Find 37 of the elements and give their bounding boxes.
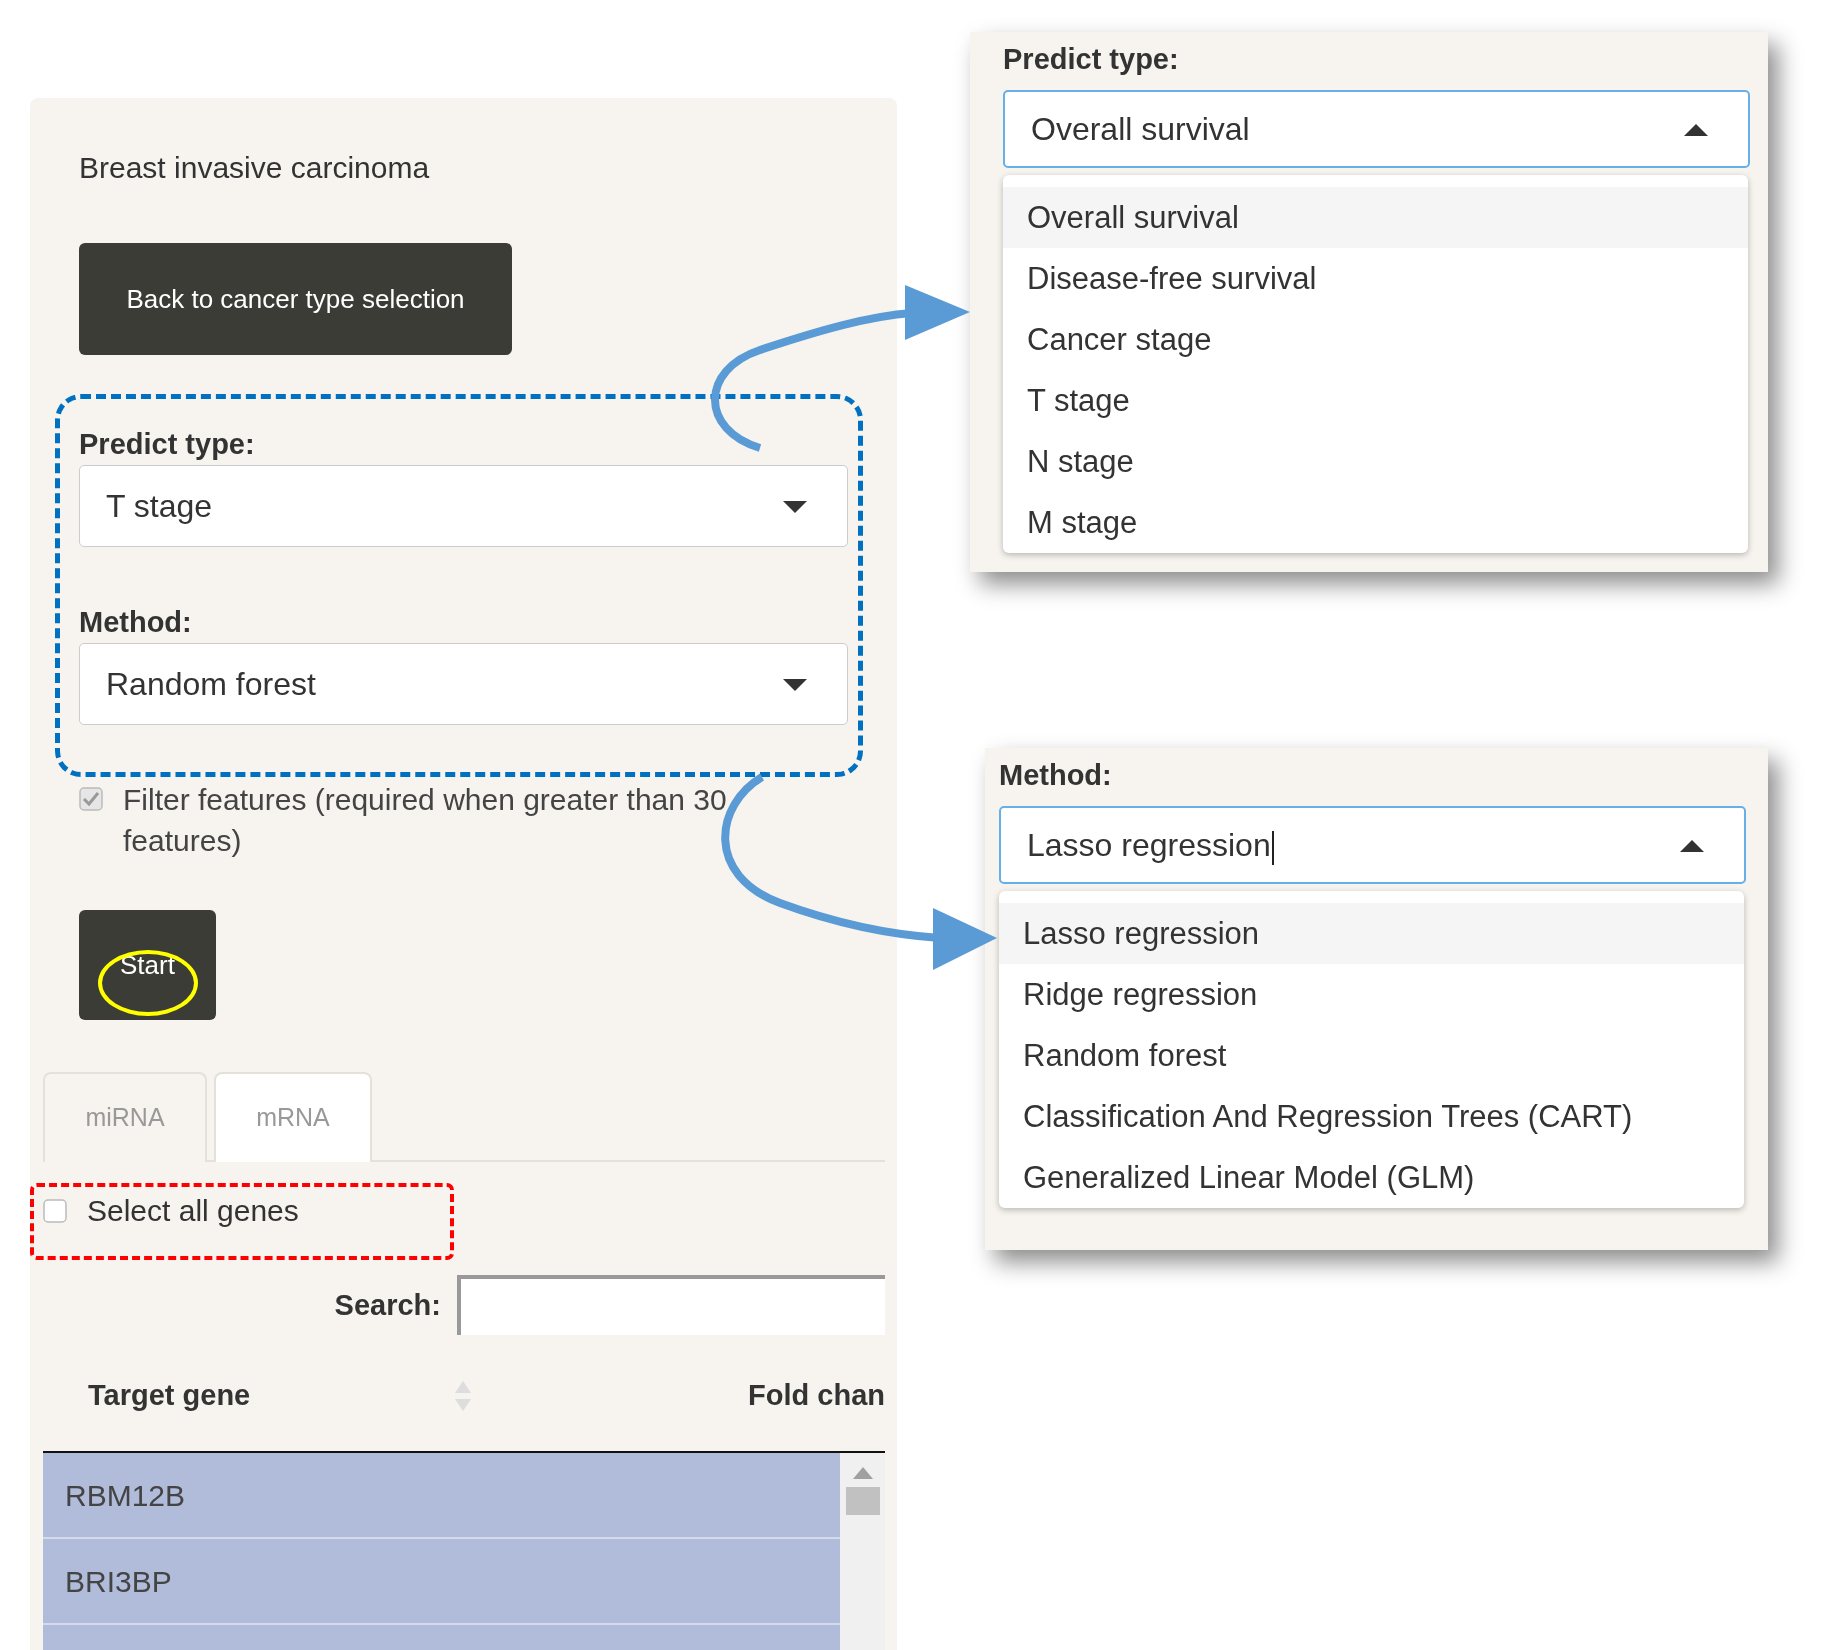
search-field[interactable] xyxy=(457,1275,885,1335)
back-button[interactable]: Back to cancer type selection xyxy=(79,243,512,355)
field-label: Predict type: xyxy=(1003,42,1179,76)
caret-up-icon[interactable] xyxy=(1680,838,1704,852)
table-row[interactable]: BRI3BP xyxy=(43,1539,840,1625)
search-label: Search: xyxy=(334,1288,441,1322)
select-field[interactable]: Lasso regression xyxy=(999,806,1746,884)
column-header[interactable]: Fold chan xyxy=(748,1374,885,1418)
dropdown-option[interactable]: T stage xyxy=(1003,370,1748,431)
start-button[interactable]: Start xyxy=(79,910,216,1020)
caret-up-icon[interactable] xyxy=(1684,122,1708,136)
dropdown-option[interactable]: Cancer stage xyxy=(1003,309,1748,370)
checkbox[interactable] xyxy=(43,1198,67,1223)
checkbox-label: Select all genes xyxy=(87,1193,299,1229)
scrollbar-thumb[interactable] xyxy=(845,1487,880,1515)
dropdown-option[interactable]: Generalized Linear Model (GLM) xyxy=(999,1147,1744,1208)
caret-down-icon[interactable] xyxy=(783,499,807,513)
select-field[interactable]: T stage xyxy=(79,465,848,547)
select-field[interactable]: Overall survival xyxy=(1003,90,1750,168)
field-label: Method: xyxy=(79,605,192,639)
caret-down-icon[interactable] xyxy=(783,677,807,691)
scroll-up-icon[interactable] xyxy=(852,1467,873,1479)
dropdown-option[interactable]: Disease-free survival xyxy=(1003,248,1748,309)
field-label: Predict type: xyxy=(79,427,255,461)
dropdown-option[interactable]: Lasso regression xyxy=(999,903,1744,964)
dropdown-option[interactable]: M stage xyxy=(1003,492,1748,553)
field-label: Method: xyxy=(999,758,1112,792)
dropdown-option[interactable]: Overall survival xyxy=(1003,187,1748,248)
dropdown-option[interactable]: N stage xyxy=(1003,431,1748,492)
checkbox-label: Filter features (required when greater than 30 features) xyxy=(123,782,728,859)
dropdown-option[interactable]: Classification And Regression Trees (CART) xyxy=(999,1086,1744,1147)
dropdown-option[interactable]: Random forest xyxy=(999,1025,1744,1086)
dropdown-option[interactable]: Ridge regression xyxy=(999,964,1744,1025)
select-field[interactable]: Random forest xyxy=(79,643,848,725)
table-row[interactable]: RBM12B xyxy=(43,1453,840,1539)
column-header[interactable]: Target gene xyxy=(88,1374,251,1418)
panel-title: Breast invasive carcinoma xyxy=(79,150,430,186)
